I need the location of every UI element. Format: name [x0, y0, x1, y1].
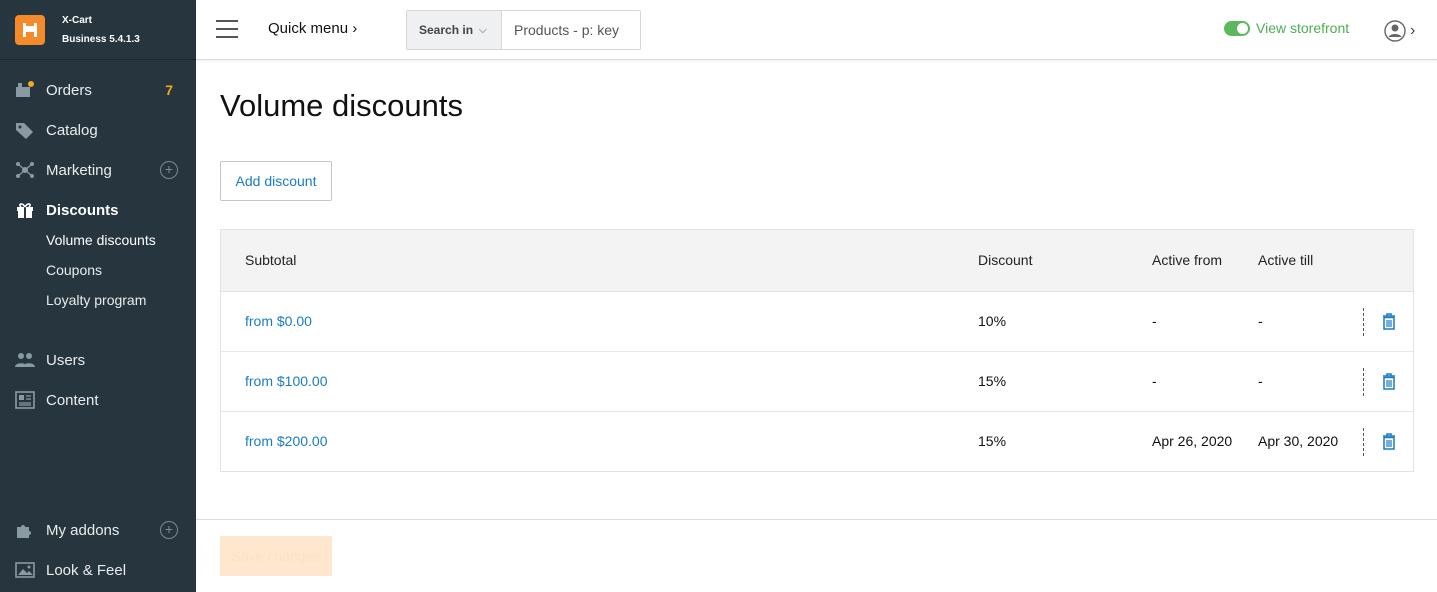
storefront-toggle[interactable]: [1224, 20, 1250, 36]
sidebar-item-label: Catalog: [46, 121, 98, 139]
sidebar-subitem-loyalty-program[interactable]: Loyalty program: [46, 285, 146, 315]
chevron-right-icon: ›: [352, 20, 358, 37]
sidebar-subitem-volume-discounts[interactable]: Volume discounts: [46, 225, 156, 255]
column-header-active-from[interactable]: Active from: [1152, 252, 1222, 268]
marketing-icon: [15, 161, 35, 179]
active-till-value: -: [1258, 313, 1263, 329]
account-menu[interactable]: ›: [1384, 20, 1415, 42]
column-header-discount[interactable]: Discount: [978, 252, 1032, 268]
table-row: from $100.00 15% - -: [221, 352, 1413, 412]
users-icon: [15, 351, 35, 369]
active-from-value: -: [1152, 313, 1157, 329]
column-header-subtotal[interactable]: Subtotal: [245, 252, 296, 268]
sidebar-item-label: My addons: [46, 521, 120, 539]
chevron-right-icon: ›: [1410, 22, 1416, 39]
subtotal-link[interactable]: from $100.00: [245, 373, 328, 389]
sidebar-item-marketing[interactable]: Marketing +: [0, 150, 196, 190]
sidebar-item-discounts[interactable]: Discounts: [0, 190, 196, 230]
sidebar-item-catalog[interactable]: Catalog: [0, 110, 196, 150]
brand-name: X-Cart: [62, 14, 93, 26]
top-header: Quick menu › Search in ⌵ View storefront…: [196, 0, 1437, 60]
search-in-dropdown[interactable]: Search in ⌵: [407, 11, 502, 49]
discount-value: 15%: [978, 373, 1007, 389]
row-actions-divider: [1363, 428, 1364, 456]
view-storefront-link[interactable]: View storefront: [1224, 20, 1349, 36]
column-header-active-till[interactable]: Active till: [1258, 252, 1313, 268]
save-changes-button[interactable]: Save changes: [220, 536, 332, 576]
active-till-value: -: [1258, 373, 1263, 389]
add-discount-button[interactable]: Add discount: [220, 161, 332, 201]
discounts-table: Subtotal Discount Active from Active til…: [220, 229, 1414, 472]
brand[interactable]: X-Cart Business 5.4.1.3: [0, 0, 196, 60]
xcart-logo-icon: [15, 14, 45, 45]
sidebar-item-look-and-feel[interactable]: Look & Feel: [0, 550, 196, 590]
user-avatar-icon: [1384, 20, 1406, 42]
discount-value: 10%: [978, 313, 1007, 329]
tag-icon: [15, 121, 35, 139]
trash-icon[interactable]: [1382, 373, 1396, 390]
sidebar-item-label: Users: [46, 351, 86, 369]
sidebar: X-Cart Business 5.4.1.3 Orders 7 Catalog…: [0, 0, 196, 592]
trash-icon[interactable]: [1382, 313, 1396, 330]
quick-menu-label: Quick menu: [268, 20, 349, 37]
sidebar-item-content[interactable]: Content: [0, 380, 196, 420]
search-in-label: Search in: [419, 23, 474, 37]
hamburger-menu-icon[interactable]: [216, 20, 238, 38]
expand-plus-icon[interactable]: +: [160, 161, 178, 179]
sidebar-item-orders[interactable]: Orders 7: [0, 70, 196, 110]
active-from-value: Apr 26, 2020: [1152, 433, 1233, 449]
sidebar-item-users[interactable]: Users: [0, 340, 196, 380]
table-row: from $0.00 10% - -: [221, 292, 1413, 352]
row-actions-divider: [1363, 308, 1364, 336]
brand-edition: Business 5.4.1.3: [62, 33, 140, 45]
sidebar-item-label: Orders: [46, 81, 92, 99]
search-box: Search in ⌵: [406, 10, 641, 50]
sidebar-item-my-addons[interactable]: My addons +: [0, 510, 196, 550]
sidebar-item-label: Discounts: [46, 201, 119, 219]
orders-icon: [15, 81, 35, 99]
chevron-down-icon: ⌵: [479, 24, 487, 36]
row-actions-divider: [1363, 368, 1364, 396]
puzzle-icon: [15, 521, 35, 539]
gift-icon: [15, 201, 35, 219]
quick-menu-button[interactable]: Quick menu ›: [268, 20, 357, 37]
sidebar-item-label: Marketing: [46, 161, 112, 179]
trash-icon[interactable]: [1382, 433, 1396, 450]
subtotal-link[interactable]: from $200.00: [245, 433, 328, 449]
table-row: from $200.00 15% Apr 26, 2020 Apr 30, 20…: [221, 412, 1413, 471]
search-input[interactable]: [502, 11, 637, 49]
active-from-value: -: [1152, 373, 1157, 389]
view-storefront-label: View storefront: [1256, 20, 1350, 36]
footer-divider: [196, 519, 1437, 520]
subtotal-link[interactable]: from $0.00: [245, 313, 312, 329]
content-icon: [15, 391, 35, 409]
table-header: Subtotal Discount Active from Active til…: [221, 230, 1413, 292]
sidebar-item-label: Content: [46, 391, 99, 409]
expand-plus-icon[interactable]: +: [160, 521, 178, 539]
page-title: Volume discounts: [220, 88, 463, 123]
image-icon: [15, 561, 35, 579]
active-till-value: Apr 30, 2020: [1258, 433, 1339, 449]
sidebar-subitem-coupons[interactable]: Coupons: [46, 255, 102, 285]
orders-count-badge: 7: [165, 82, 173, 98]
sidebar-item-label: Look & Feel: [46, 561, 127, 579]
discount-value: 15%: [978, 433, 1007, 449]
